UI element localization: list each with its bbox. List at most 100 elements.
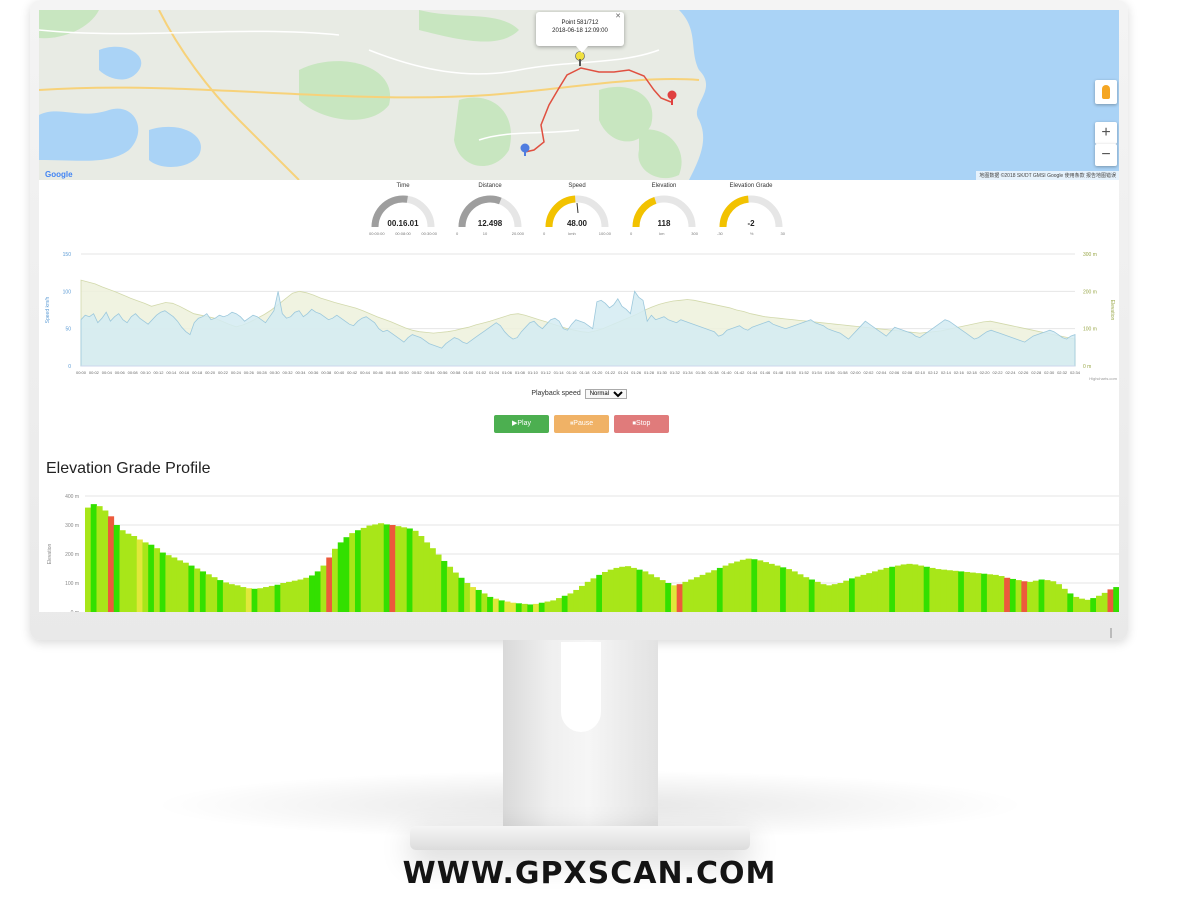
grade-bar[interactable] <box>567 593 574 612</box>
grade-bar[interactable] <box>986 574 994 612</box>
grade-bar[interactable] <box>958 571 965 612</box>
grade-bar[interactable] <box>877 569 884 612</box>
grade-bar[interactable] <box>199 571 207 612</box>
grade-bar[interactable] <box>739 559 747 612</box>
grade-bar[interactable] <box>1107 589 1114 612</box>
grade-bar[interactable] <box>487 596 494 612</box>
grade-bar[interactable] <box>234 585 241 612</box>
grade-bar[interactable] <box>1027 581 1034 612</box>
grade-bar[interactable] <box>1055 584 1062 612</box>
grade-bar[interactable] <box>935 569 942 612</box>
grade-bar[interactable] <box>354 530 362 612</box>
elevation-grade-chart[interactable]: 0 m 100 m 200 m 300 m 400 m Elevation <box>39 484 1119 612</box>
grade-bar[interactable] <box>912 564 919 612</box>
route-map[interactable]: ✕ Point 581/712 2018-06-18 12:09:00 + − … <box>39 10 1119 180</box>
grade-bar[interactable] <box>676 584 683 612</box>
grade-bar[interactable] <box>286 581 293 612</box>
grade-bar[interactable] <box>337 542 344 612</box>
stop-button[interactable]: ⏹Stop <box>614 415 669 433</box>
grade-bar[interactable] <box>969 572 976 612</box>
grade-bar[interactable] <box>1050 581 1057 612</box>
grade-bar[interactable] <box>906 563 913 612</box>
zoom-in-button[interactable]: + <box>1095 122 1117 144</box>
grade-bar[interactable] <box>619 566 626 612</box>
grade-bar[interactable] <box>998 576 1005 612</box>
grade-bar[interactable] <box>446 566 454 612</box>
grade-bar[interactable] <box>642 571 649 612</box>
grade-bar[interactable] <box>510 602 517 612</box>
grade-bar[interactable] <box>418 536 425 612</box>
grade-bar[interactable] <box>923 566 930 612</box>
grade-bar[interactable] <box>952 570 959 612</box>
grade-bar[interactable] <box>1096 595 1103 612</box>
grade-bar[interactable] <box>791 571 798 612</box>
grade-bar[interactable] <box>377 523 385 612</box>
play-button[interactable]: ▶Play <box>494 415 549 433</box>
grade-bar[interactable] <box>217 580 224 612</box>
grade-bar[interactable] <box>240 587 247 612</box>
grade-bar[interactable] <box>297 579 304 612</box>
grade-bar[interactable] <box>309 575 316 612</box>
grade-bar[interactable] <box>153 548 161 612</box>
grade-bar[interactable] <box>1073 596 1080 612</box>
grade-bar[interactable] <box>171 557 178 612</box>
grade-bar[interactable] <box>1009 578 1016 612</box>
grade-bar[interactable] <box>602 571 609 612</box>
grade-bar[interactable] <box>1090 598 1097 612</box>
grade-bar[interactable] <box>871 571 879 612</box>
grade-bar[interactable] <box>831 584 838 612</box>
grade-bar[interactable] <box>515 603 522 612</box>
grade-bar[interactable] <box>745 558 752 612</box>
grade-bar[interactable] <box>326 557 333 612</box>
grade-bar[interactable] <box>1038 579 1045 612</box>
grade-bar[interactable] <box>774 565 781 612</box>
grade-bar[interactable] <box>102 510 109 613</box>
grade-bar[interactable] <box>688 579 695 612</box>
grade-bar[interactable] <box>492 598 499 612</box>
grade-bar[interactable] <box>917 565 925 612</box>
grade-bar[interactable] <box>395 526 402 612</box>
grade-bar[interactable] <box>435 554 442 612</box>
grade-bar[interactable] <box>1032 580 1039 612</box>
grade-bar[interactable] <box>561 595 568 612</box>
grade-bar[interactable] <box>573 589 580 612</box>
grade-bar[interactable] <box>653 577 660 612</box>
grade-bar[interactable] <box>894 565 902 612</box>
grade-bar[interactable] <box>136 539 143 613</box>
speed-elevation-chart[interactable]: 0 0 m 50 100 m 100 200 m 150 300 m Speed km/h Ele… <box>39 244 1119 384</box>
grade-bar[interactable] <box>228 584 235 612</box>
grade-bar[interactable] <box>900 564 907 612</box>
grade-bar[interactable] <box>400 527 408 612</box>
grade-bar[interactable] <box>1113 587 1119 612</box>
close-icon[interactable]: ✕ <box>615 13 621 21</box>
grade-bar[interactable] <box>682 581 689 612</box>
grade-bar[interactable] <box>222 582 230 612</box>
grade-bar[interactable] <box>498 600 505 612</box>
grade-bar[interactable] <box>820 584 827 612</box>
grade-bar[interactable] <box>849 578 856 612</box>
grade-bar[interactable] <box>389 525 396 612</box>
grade-bar[interactable] <box>165 555 172 612</box>
grade-bar[interactable] <box>263 587 270 612</box>
grade-bar[interactable] <box>1067 593 1074 612</box>
grade-bar[interactable] <box>866 573 873 612</box>
grade-bar[interactable] <box>90 504 97 612</box>
chart-credit[interactable]: Highcharts.com <box>1089 376 1117 381</box>
grade-bar[interactable] <box>314 571 321 612</box>
grade-bar[interactable] <box>464 583 471 612</box>
grade-bar[interactable] <box>711 570 718 612</box>
grade-bar[interactable] <box>722 565 729 612</box>
grade-bar[interactable] <box>992 574 999 612</box>
grade-bar[interactable] <box>268 585 275 612</box>
grade-bar[interactable] <box>119 530 126 612</box>
grade-bar[interactable] <box>590 578 597 612</box>
grade-bar[interactable] <box>1021 581 1028 612</box>
grade-bar[interactable] <box>349 533 356 612</box>
grade-bar[interactable] <box>826 585 833 612</box>
playback-speed-select[interactable]: Normal <box>584 389 627 399</box>
grade-bar[interactable] <box>1015 580 1022 612</box>
grade-bar[interactable] <box>96 506 103 612</box>
grade-bar[interactable] <box>808 579 815 612</box>
grade-bar[interactable] <box>716 567 724 612</box>
grade-bar[interactable] <box>360 527 367 612</box>
